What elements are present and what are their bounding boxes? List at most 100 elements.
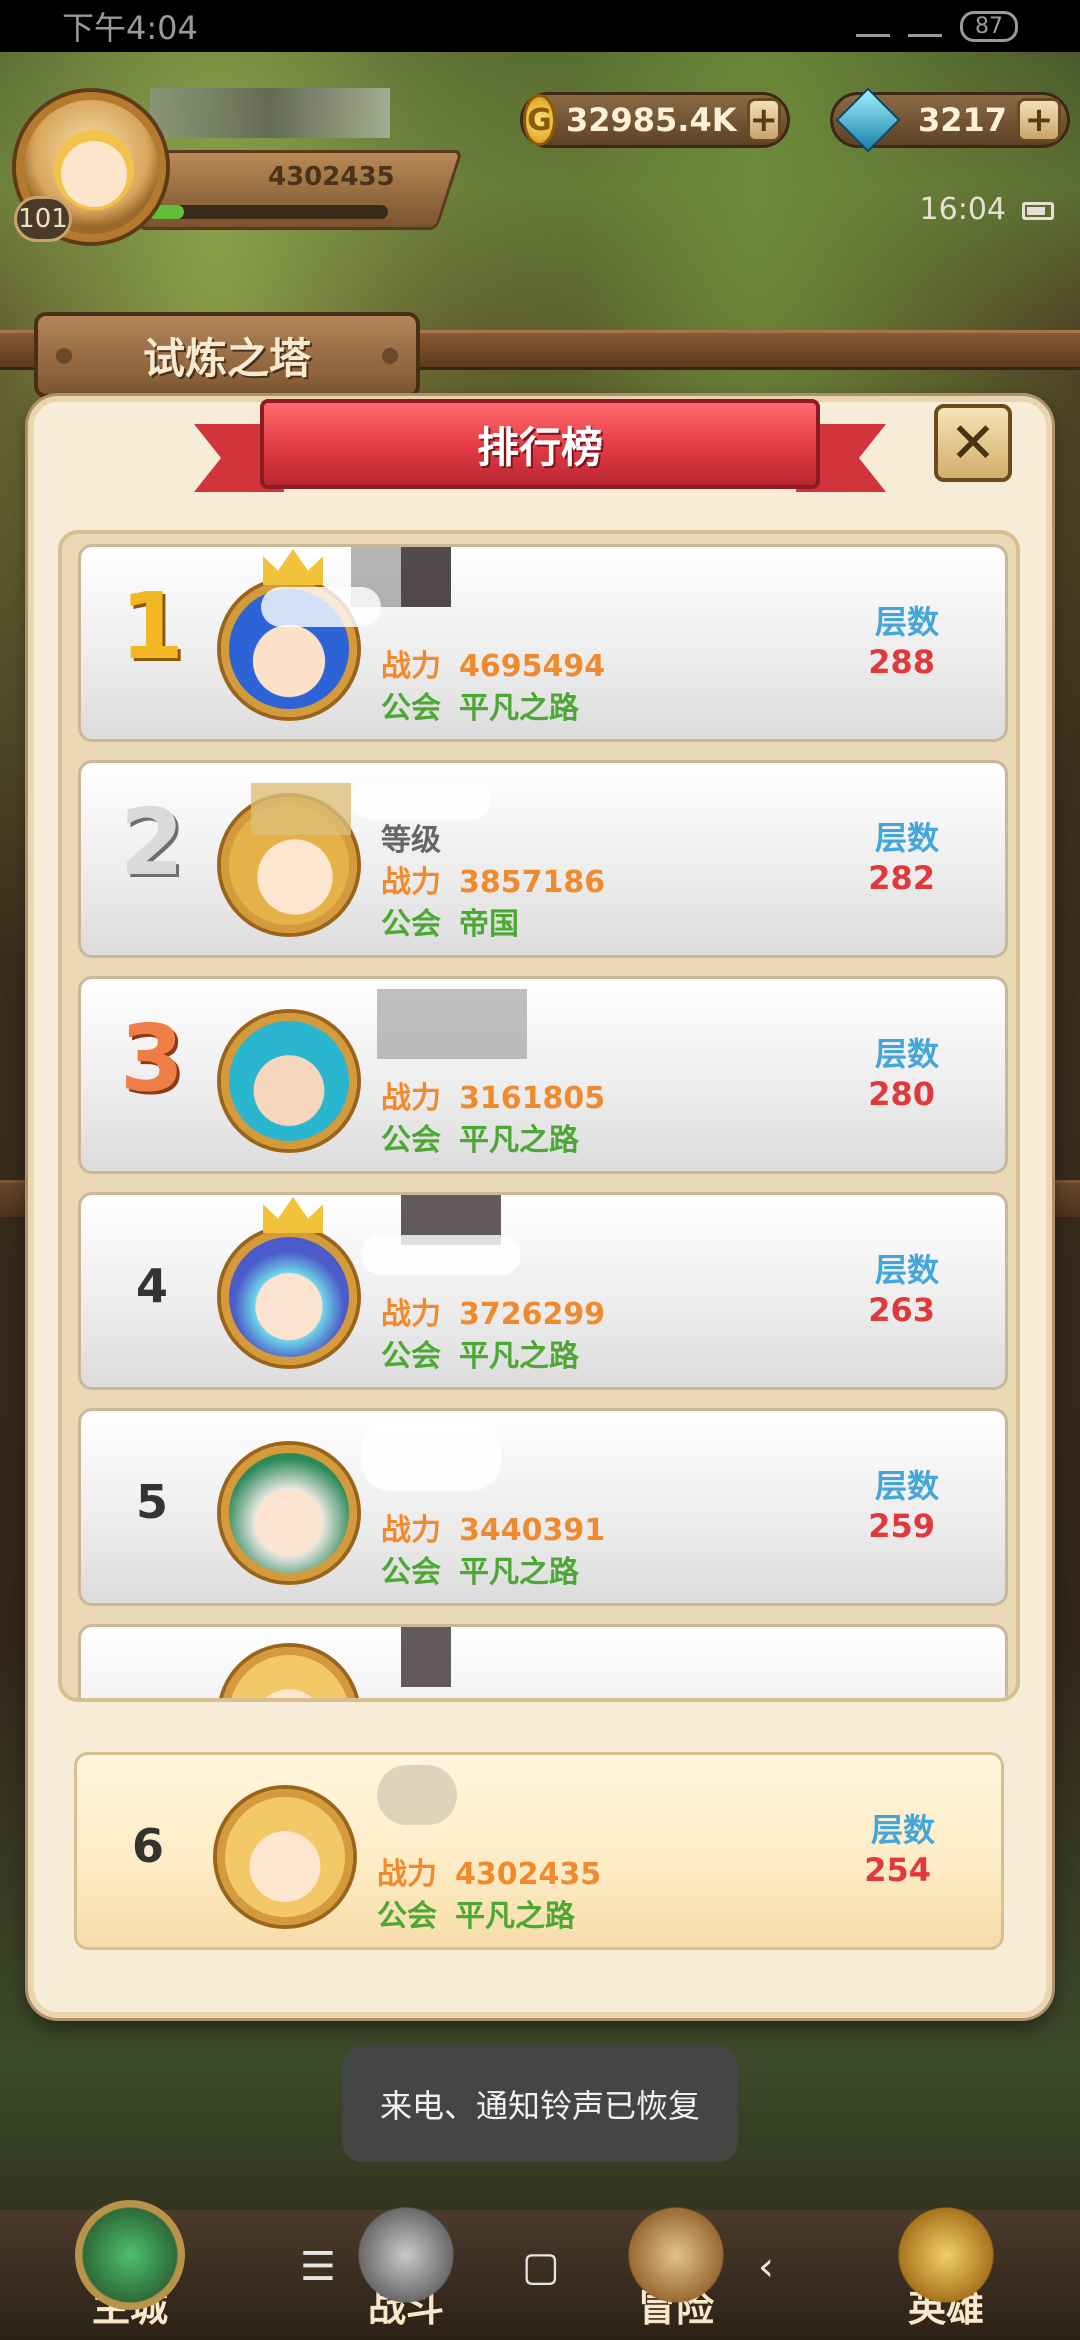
rank-number: 2 (119, 789, 184, 896)
nav-heroes[interactable]: 英雄 (816, 2200, 1076, 2340)
battery-icon: 87 (960, 10, 1018, 42)
rank-number: 1 (119, 573, 184, 680)
status-bar: 下午4:04 87 (0, 0, 1080, 52)
ranking-list[interactable]: 1 战力 4695494 公会 平凡之路 层数 288 2 等级 战力 3857186… (58, 530, 1020, 1702)
bolt-decoration (56, 348, 72, 364)
guild-line: 公会 帝国 (381, 907, 519, 942)
floor-label: 层数 (870, 1811, 935, 1849)
guild-line: 公会 平凡之路 (381, 1555, 579, 1590)
nav-main-city[interactable]: 主城 (0, 2200, 260, 2340)
power-line: 战力 3440391 (381, 1513, 606, 1548)
gold-counter: G 32985.4K + (520, 92, 790, 148)
power-value: 4695494 (459, 649, 606, 684)
guild-value: 平凡之路 (459, 1123, 579, 1158)
floor-value: 282 (868, 859, 935, 897)
scroll-map-icon (621, 2200, 731, 2310)
guild-line: 公会 平凡之路 (377, 1899, 575, 1934)
guild-value: 平凡之路 (459, 1339, 579, 1374)
ranking-row[interactable]: 2 等级 战力 3857186 公会 帝国 层数 282 (78, 760, 1008, 958)
exp-bar (148, 205, 388, 219)
name-redacted (377, 1765, 457, 1825)
power-value: 3440391 (459, 1513, 606, 1548)
player-power: 4302435 (268, 162, 395, 192)
floor-value: 254 (864, 1851, 931, 1889)
crossed-swords-icon (351, 2200, 461, 2310)
signal-icon (856, 15, 890, 37)
self-rank-row[interactable]: 6 战力 4302435 公会 平凡之路 层数 254 (74, 1752, 1004, 1950)
power-value: 4302435 (455, 1857, 602, 1892)
name-redacted (401, 1627, 451, 1687)
player-level-badge: 101 (14, 196, 72, 242)
close-button[interactable]: ✕ (934, 404, 1012, 482)
guild-line: 公会 平凡之路 (381, 691, 579, 726)
name-redacted (361, 1235, 521, 1275)
guild-line: 公会 平凡之路 (381, 1123, 579, 1158)
screen-title-plate: 试炼之塔 (34, 312, 420, 398)
ranking-row[interactable]: 5 战力 3440391 公会 平凡之路 层数 259 (78, 1408, 1008, 1606)
modal-title-banner: 排行榜 (194, 394, 886, 494)
modal-title: 排行榜 (476, 422, 603, 472)
hero-portrait-icon (221, 1445, 357, 1581)
guild-value: 帝国 (459, 907, 519, 942)
name-redacted (377, 989, 527, 1059)
add-gold-button[interactable]: + (746, 98, 781, 142)
wifi-icon (908, 15, 942, 37)
power-value: 3161805 (459, 1081, 606, 1116)
back-icon[interactable]: ‹ (758, 2244, 774, 2290)
screen-title: 试炼之塔 (142, 333, 311, 383)
hero-portrait-icon (221, 1229, 357, 1365)
hero-portrait-icon (217, 1789, 353, 1925)
name-redacted (251, 783, 351, 835)
gold-coin-icon: G (523, 94, 556, 146)
power-line: 战力 4695494 (381, 649, 606, 684)
floor-value: 288 (868, 643, 935, 681)
main-city-icon (75, 2200, 185, 2310)
ribbon: 排行榜 (260, 399, 820, 489)
guild-value: 平凡之路 (455, 1899, 575, 1934)
name-redacted (361, 1421, 501, 1491)
home-icon[interactable]: ▢ (522, 2244, 560, 2290)
guild-line: 公会 平凡之路 (381, 1339, 579, 1374)
name-redacted (401, 547, 451, 607)
hero-portrait-icon (221, 1647, 357, 1698)
guild-value: 平凡之路 (459, 1555, 579, 1590)
floor-label: 层数 (874, 1035, 939, 1073)
game-clock: 16:04 (919, 192, 1006, 227)
gem-value: 3217 (917, 101, 1007, 139)
ranking-row[interactable]: 3 战力 3161805 公会 平凡之路 层数 280 (78, 976, 1008, 1174)
power-line: 战力 3726299 (381, 1297, 606, 1332)
floor-value: 259 (868, 1507, 935, 1545)
gold-value: 32985.4K (565, 101, 737, 139)
power-line: 战力 3857186 (381, 865, 606, 900)
player-name-redacted (150, 88, 390, 138)
power-line: 战力 4302435 (377, 1857, 602, 1892)
floor-value: 263 (868, 1291, 935, 1329)
floor-label: 层数 (874, 603, 939, 641)
name-redacted (261, 587, 381, 627)
bolt-decoration (382, 348, 398, 364)
ranking-row-partial[interactable] (78, 1624, 1008, 1698)
recent-apps-icon[interactable]: ☰ (300, 2244, 336, 2290)
level-line: 等级 (381, 823, 441, 858)
power-line: 战力 3161805 (381, 1081, 606, 1116)
rank-number: 4 (135, 1259, 168, 1313)
ranking-row[interactable]: 4 战力 3726299 公会 平凡之路 层数 263 (78, 1192, 1008, 1390)
name-redacted (351, 783, 491, 819)
rank-number: 5 (135, 1475, 168, 1529)
floor-value: 280 (868, 1075, 935, 1113)
rank-number: 3 (119, 1005, 184, 1112)
hero-portrait-icon (221, 1013, 357, 1149)
ranking-row[interactable]: 1 战力 4695494 公会 平凡之路 层数 288 (78, 544, 1008, 742)
add-gem-button[interactable]: + (1017, 98, 1061, 142)
guild-value: 平凡之路 (459, 691, 579, 726)
game-battery-icon (1022, 202, 1054, 220)
floor-label: 层数 (874, 1467, 939, 1505)
floor-label: 层数 (874, 1251, 939, 1289)
status-time: 下午4:04 (62, 9, 198, 47)
gem-counter: 3217 + (830, 87, 1070, 153)
avatar-face (54, 130, 134, 210)
power-value: 3857186 (459, 865, 606, 900)
system-toast: 来电、通知铃声已恢复 (342, 2046, 738, 2162)
power-value: 3726299 (459, 1297, 606, 1332)
floor-label: 层数 (874, 819, 939, 857)
